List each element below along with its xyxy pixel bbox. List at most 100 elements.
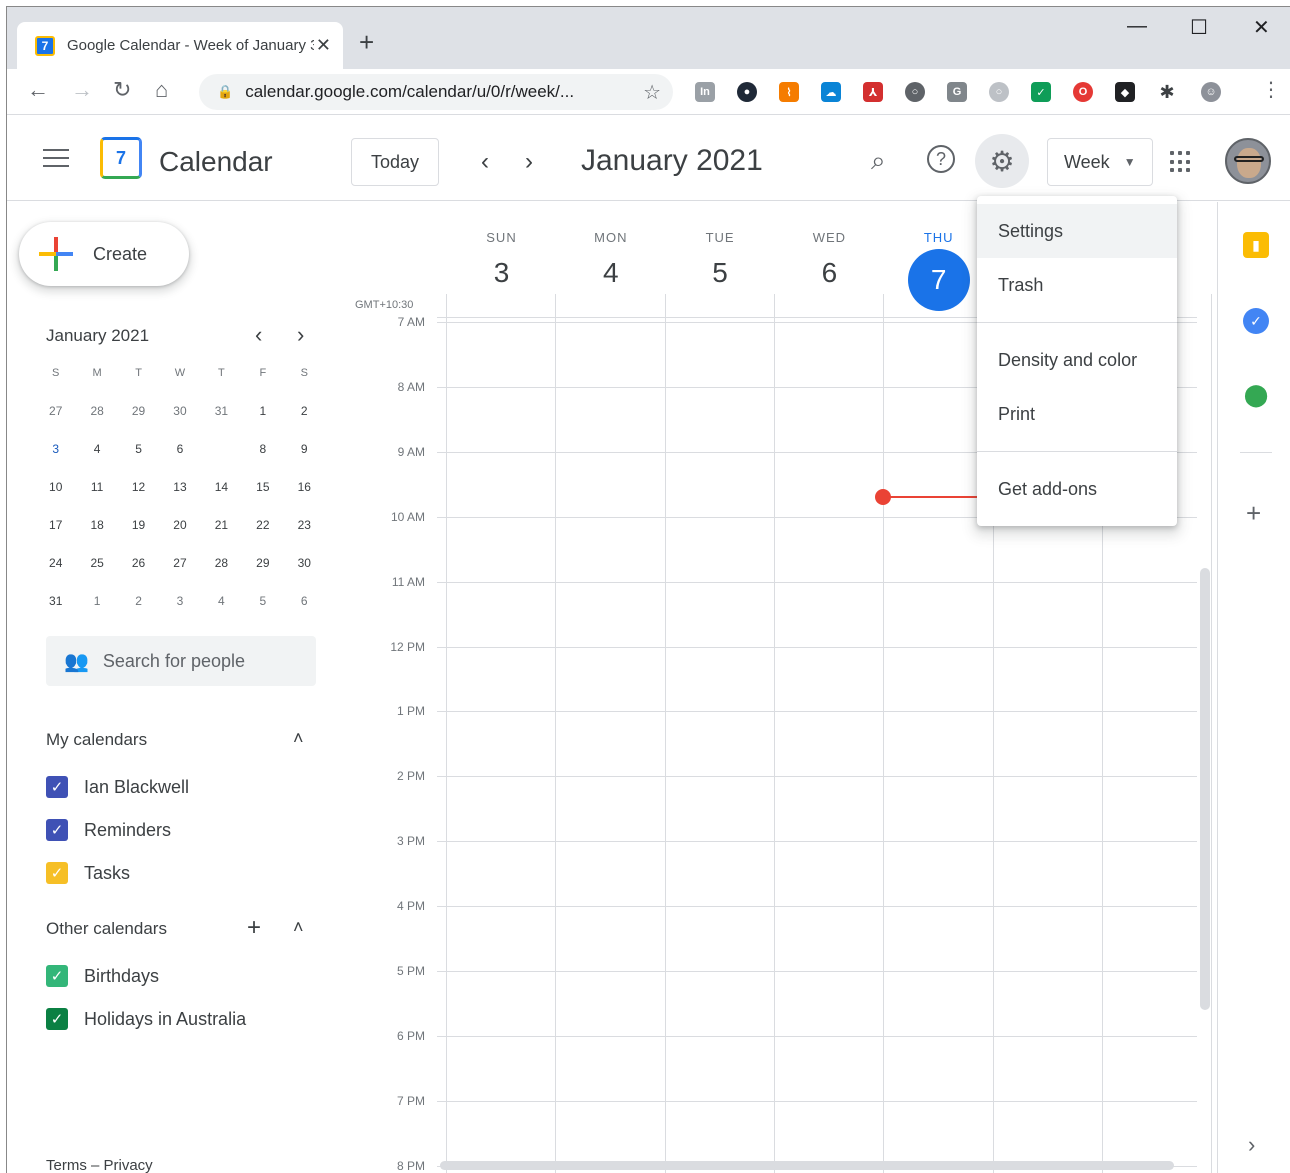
mini-calendar-day[interactable]: 16 [284,471,325,503]
day-header[interactable]: SUN 3 [447,230,556,289]
mini-calendar-day[interactable]: 28 [201,547,242,579]
mini-calendar-day[interactable]: 1 [242,395,283,427]
calendar-checkbox[interactable]: ✓ [46,819,68,841]
mini-calendar-day[interactable]: 27 [159,547,200,579]
mini-calendar-day[interactable]: 3 [35,433,76,465]
menu-item-settings[interactable]: Settings [977,204,1177,258]
mini-calendar-day[interactable]: 31 [201,395,242,427]
extension-icon[interactable]: ● [737,82,757,102]
day-date[interactable]: 4 [556,257,665,289]
mini-calendar-day[interactable]: 29 [242,547,283,579]
day-header[interactable]: WED 6 [775,230,884,289]
next-week-icon[interactable]: › [525,148,533,176]
mini-calendar-day[interactable]: 28 [76,395,117,427]
omnibox[interactable]: 🔒 calendar.google.com/calendar/u/0/r/wee… [199,74,673,110]
calendar-checkbox[interactable]: ✓ [46,862,68,884]
view-selector[interactable]: Week ▼ [1047,138,1153,186]
pdf-extension-icon[interactable]: ⅄ [863,82,883,102]
calendar-list-item[interactable]: ✓ Reminders [46,819,171,841]
mini-calendar-day[interactable]: 6 [284,585,325,617]
back-icon[interactable]: ← [27,77,49,103]
extension-icon[interactable]: In [695,82,715,102]
extension-icon[interactable]: ○ [905,82,925,102]
create-button[interactable]: Create [19,222,189,286]
mini-calendar-day[interactable]: 17 [35,509,76,541]
extension-icon[interactable]: ○ [989,82,1009,102]
collapse-chevron-icon[interactable]: ˄ [293,917,304,938]
calendar-list-item[interactable]: ✓ Ian Blackwell [46,776,189,798]
profile-avatar[interactable]: ☺ [1201,82,1221,102]
keep-icon[interactable]: ▮ [1243,232,1269,258]
mini-calendar-day[interactable]: 2 [284,395,325,427]
search-people-placeholder[interactable]: Search for people [103,651,245,672]
cube-extension-icon[interactable]: ◆ [1115,82,1135,102]
home-icon[interactable]: ⌂ [155,77,168,103]
mini-calendar-day[interactable]: 30 [159,395,200,427]
close-tab-icon[interactable]: ✕ [316,35,331,56]
new-tab-icon[interactable]: + [359,27,374,58]
mini-calendar-day[interactable]: 20 [159,509,200,541]
calendar-list-item[interactable]: ✓ Birthdays [46,965,159,987]
menu-item-trash[interactable]: Trash [977,258,1177,312]
day-date[interactable]: 7 [907,249,970,311]
mini-calendar-day[interactable]: 3 [159,585,200,617]
menu-item-get-add-ons[interactable]: Get add-ons [977,462,1177,516]
mini-calendar-day[interactable]: 29 [118,395,159,427]
day-date[interactable]: 6 [775,257,884,289]
mini-calendar-day[interactable]: 11 [76,471,117,503]
mini-calendar-day[interactable]: 13 [159,471,200,503]
search-icon[interactable]: ⌕ [871,145,886,177]
maps-pin-icon[interactable]: ⬤ [1243,382,1269,408]
forward-icon[interactable]: → [71,77,93,103]
minimize-icon[interactable]: — [1127,15,1147,38]
mini-calendar-prev-icon[interactable]: ‹ [255,322,262,348]
calendar-list-item[interactable]: ✓ Tasks [46,862,130,884]
day-date[interactable]: 5 [666,257,775,289]
my-calendars-title[interactable]: My calendars [46,730,147,750]
mini-calendar-day[interactable]: 4 [201,585,242,617]
mini-calendar-day[interactable]: 25 [76,547,117,579]
bookmark-star-icon[interactable]: ☆ [643,80,661,105]
rss-extension-icon[interactable]: ⌇ [779,82,799,102]
close-window-icon[interactable]: ✕ [1253,15,1270,40]
add-calendar-icon[interactable]: + [247,914,261,942]
mini-calendar-day[interactable]: 15 [242,471,283,503]
reload-icon[interactable]: ↻ [113,77,131,103]
get-add-ons-plus-icon[interactable]: + [1246,498,1261,529]
onedrive-extension-icon[interactable]: ☁ [821,82,841,102]
mini-calendar-day[interactable]: 12 [118,471,159,503]
lock-icon[interactable]: 🔒 [217,84,233,100]
mini-calendar-day[interactable]: 7 [201,433,242,465]
mini-calendar-day[interactable]: 21 [201,509,242,541]
mini-calendar-next-icon[interactable]: › [297,322,304,348]
mini-calendar-day[interactable]: 19 [118,509,159,541]
checkmark-extension-icon[interactable]: ✓ [1031,82,1051,102]
terms-privacy-link[interactable]: Terms – Privacy [46,1157,153,1173]
mini-calendar-day[interactable]: 24 [35,547,76,579]
mini-calendar-day[interactable]: 8 [242,433,283,465]
menu-item-density-color[interactable]: Density and color [977,333,1177,387]
day-date[interactable]: 3 [447,257,556,289]
help-icon[interactable]: ? [927,145,955,173]
maximize-icon[interactable]: ☐ [1190,15,1208,40]
mini-calendar-day[interactable]: 6 [159,433,200,465]
chrome-menu-icon[interactable]: ⋮ [1261,77,1281,102]
url-text[interactable]: calendar.google.com/calendar/u/0/r/week/… [245,82,574,102]
day-header[interactable]: TUE 5 [666,230,775,289]
day-header[interactable]: MON 4 [556,230,665,289]
collapse-chevron-icon[interactable]: ˄ [293,728,304,749]
mini-calendar-day[interactable]: 18 [76,509,117,541]
calendar-checkbox[interactable]: ✓ [46,965,68,987]
opera-extension-icon[interactable]: O [1073,82,1093,102]
mini-calendar-day[interactable]: 22 [242,509,283,541]
settings-gear-icon[interactable]: ⚙ [975,134,1029,188]
calendar-list-item[interactable]: ✓ Holidays in Australia [46,1008,246,1030]
browser-tab[interactable]: 7 Google Calendar - Week of January 3, 2… [17,22,343,69]
mini-calendar-day[interactable]: 5 [242,585,283,617]
main-menu-icon[interactable] [43,149,69,173]
mini-calendar-day[interactable]: 5 [118,433,159,465]
calendar-checkbox[interactable]: ✓ [46,1008,68,1030]
mini-calendar-day[interactable]: 4 [76,433,117,465]
expand-side-panel-icon[interactable]: › [1248,1132,1255,1158]
mini-calendar-day[interactable]: 30 [284,547,325,579]
